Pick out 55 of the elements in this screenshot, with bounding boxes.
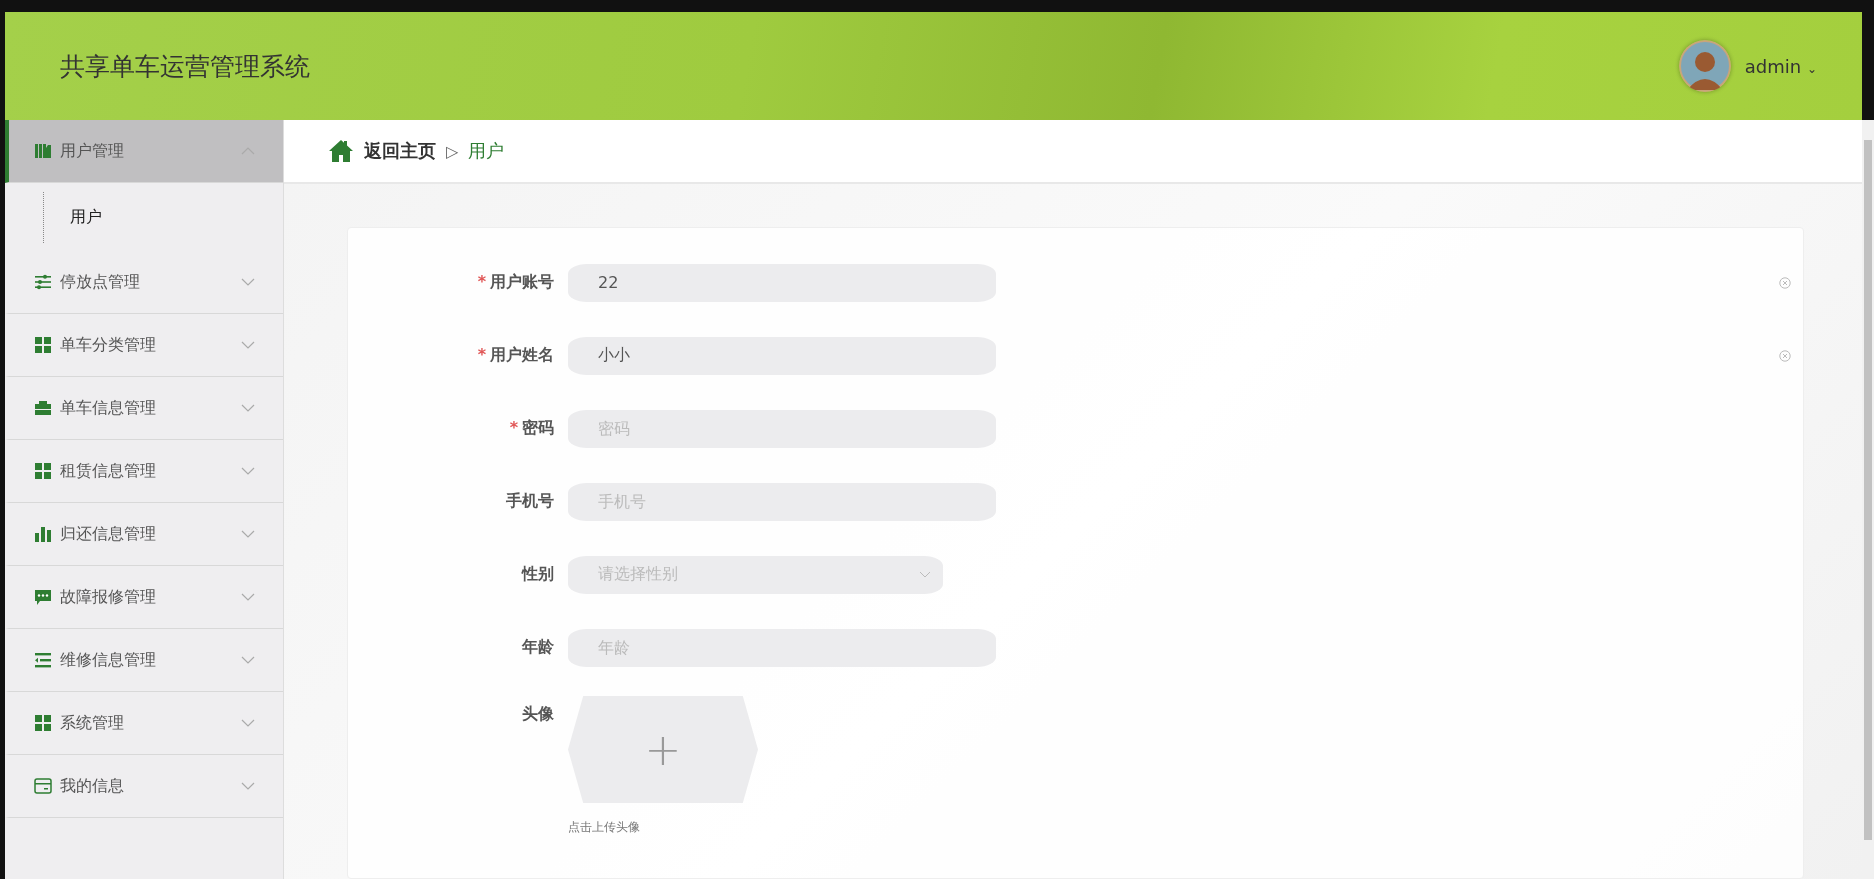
input-field[interactable]: 22 [568,263,996,302]
chevron-icon [241,719,255,727]
menu-item[interactable]: 用户管理 [5,120,283,183]
clear-icon[interactable] [1779,349,1791,362]
chevron-icon [241,530,255,538]
field-label: 用户姓名 [490,345,554,364]
grid-icon [34,462,52,480]
field-label: 年龄 [522,637,554,656]
scrollbar-thumb[interactable] [1864,140,1872,840]
menu-item[interactable]: 故障报修管理 [5,566,283,629]
upload-hint: 点击上传头像 [568,819,641,836]
menu-item[interactable]: 租赁信息管理 [5,440,283,503]
chevron-icon [919,571,931,578]
menu-item[interactable]: 单车分类管理 [5,314,283,377]
submenu-item[interactable]: 用户 [43,191,102,243]
clear-icon[interactable] [1779,276,1791,289]
menu-item[interactable]: 系统管理 [5,692,283,755]
field-label: 密码 [522,418,554,437]
input-field[interactable]: 小小 [568,336,996,375]
card-icon [34,777,52,795]
bar-chart-icon [34,525,52,543]
menu-item[interactable]: 停放点管理 [5,251,283,314]
chevron-icon [241,278,255,286]
field-label: 手机号 [506,491,554,510]
breadcrumb-separator: ▷ [446,141,459,161]
field-label: 用户账号 [490,272,554,291]
books-icon [34,142,52,160]
chevron-icon [241,656,255,664]
sliders-icon [34,273,52,291]
home-icon [328,139,354,163]
menu-item[interactable]: 维修信息管理 [5,629,283,692]
breadcrumb-current: 用户 [468,139,505,163]
chevron-icon [241,593,255,601]
scrollbar[interactable] [1862,120,1874,879]
menu-item[interactable]: 单车信息管理 [5,377,283,440]
home-link[interactable]: 返回主页 [364,139,436,163]
field-label: 头像 [522,704,554,723]
chat-icon [34,588,52,606]
grid-icon [34,714,52,732]
app-title: 共享单车运营管理系统 [60,50,310,83]
chevron-icon [241,404,255,412]
chevron-icon [241,782,255,790]
menu-item[interactable]: 我的信息 [5,755,283,818]
avatar[interactable] [1678,40,1731,92]
chevron-icon [241,467,255,475]
user-menu[interactable]: admin ⌄ [1744,55,1817,77]
list-icon [34,651,52,669]
chevron-icon [241,341,255,349]
required-mark: * [509,418,518,437]
field-label: 性别 [522,564,554,583]
briefcase-icon [34,399,52,417]
required-mark: * [477,345,486,364]
menu-item[interactable]: 归还信息管理 [5,503,283,566]
grid-icon [34,336,52,354]
required-mark: * [477,272,486,291]
